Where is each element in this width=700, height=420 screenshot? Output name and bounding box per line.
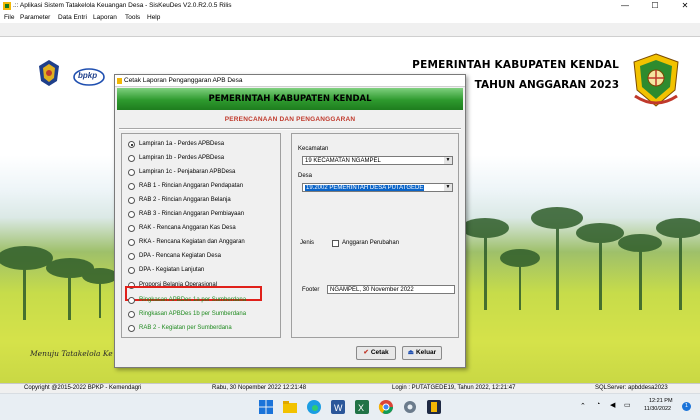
- report-option-label: Lampiran 1b - Perdes APBDesa: [139, 155, 225, 161]
- excel-icon[interactable]: X: [354, 399, 370, 415]
- menu-bar: File Parameter Data Entri Laporan Tools …: [0, 12, 700, 23]
- radio-icon: [128, 225, 135, 232]
- header-fiscal-year: TAHUN ANGGARAN 2023: [474, 79, 619, 91]
- window-titlebar: .:: Aplikasi Sistem Tatakelola Keuangan …: [0, 0, 700, 12]
- report-option-label: Ringkasan APBDes 1a per Sumberdana: [139, 297, 247, 303]
- report-option-label: RAK - Rencana Anggaran Kas Desa: [139, 225, 236, 231]
- header-government-name: PEMERINTAH KABUPATEN KENDAL: [412, 59, 619, 71]
- chevron-down-icon[interactable]: ▼: [444, 157, 452, 164]
- keluar-button[interactable]: ⏏ Keluar: [402, 346, 442, 360]
- radio-icon: [128, 211, 135, 218]
- word-icon[interactable]: W: [330, 399, 346, 415]
- desa-value: 19.2002 PEMERINTAH DESA PUTATGEDE: [305, 185, 425, 191]
- radio-icon: [128, 197, 135, 204]
- radio-selected-icon: [128, 141, 135, 148]
- bpkp-logo-text: bpkp: [78, 71, 98, 80]
- exit-door-icon: ⏏: [407, 349, 414, 356]
- notification-badge[interactable]: 1: [682, 402, 691, 411]
- radio-icon: [128, 183, 135, 190]
- settings-gear-icon[interactable]: [402, 399, 418, 415]
- menu-parameter[interactable]: Parameter: [20, 12, 50, 23]
- report-option-label: RAB 2 - Rincian Anggaran Belanja: [139, 197, 231, 203]
- chrome-icon[interactable]: [378, 399, 394, 415]
- status-datetime: Rabu, 30 Nopember 2022 12:21:48: [212, 385, 307, 391]
- edge-browser-icon[interactable]: [306, 399, 322, 415]
- desa-label: Desa: [298, 173, 313, 179]
- minimize-button[interactable]: —: [610, 0, 640, 12]
- report-option-label: RAB 2 - Kegiatan per Sumberdana: [139, 325, 232, 331]
- report-option-label: DPA - Kegiatan Lanjutan: [139, 267, 205, 273]
- slogan-text: Menuju Tatakelola Ke: [30, 349, 113, 358]
- status-bar: Copyright @2015-2022 BPKP - Kemendagri R…: [0, 383, 700, 393]
- menu-tools[interactable]: Tools: [125, 12, 140, 23]
- kecamatan-select[interactable]: 19 KECAMATAN NGAMPEL ▼: [302, 156, 453, 165]
- radio-icon: [128, 155, 135, 162]
- dialog-titlebar: Cetak Laporan Penganggaran APB Desa: [115, 75, 465, 87]
- report-options-panel: Lampiran 1a - Perdes APBDesa Lampiran 1b…: [121, 133, 281, 338]
- menu-laporan[interactable]: Laporan: [93, 12, 117, 23]
- radio-icon: [128, 325, 135, 332]
- maximize-button[interactable]: ☐: [640, 0, 670, 12]
- bpkp-logo: bpkp: [72, 67, 106, 87]
- taskbar-date[interactable]: 11/30/2022: [644, 406, 671, 412]
- radio-icon: [128, 239, 135, 246]
- footer-input[interactable]: NGAMPEL, 30 November 2022: [327, 285, 455, 294]
- print-report-dialog: Cetak Laporan Penganggaran APB Desa PEME…: [114, 74, 466, 368]
- status-copyright: Copyright @2015-2022 BPKP - Kemendagri: [24, 385, 142, 391]
- status-server: SQLServer: apbddesa2023: [595, 385, 668, 391]
- file-explorer-icon[interactable]: [282, 399, 298, 415]
- report-option-label: RKA - Rencana Kegiatan dan Anggaran: [139, 239, 245, 245]
- cetak-label: Cetak: [370, 349, 389, 356]
- radio-icon: [128, 169, 135, 176]
- report-option-label: Lampiran 1c - Penjabaran APBDesa: [139, 169, 236, 175]
- checkmark-icon: ✔: [363, 349, 369, 356]
- report-option-label: RAB 1 - Rincian Anggaran Pendapatan: [139, 183, 244, 189]
- kecamatan-value: 19 KECAMATAN NGAMPEL: [305, 158, 381, 164]
- radio-icon: [128, 297, 135, 304]
- app-icon: [3, 2, 11, 10]
- dialog-banner-text: PEMERINTAH KABUPATEN KENDAL: [208, 94, 372, 104]
- dialog-divider: [119, 128, 461, 130]
- close-button[interactable]: ✕: [670, 0, 700, 12]
- radio-icon: [128, 267, 135, 274]
- siskeudes-app-icon[interactable]: [426, 399, 442, 415]
- report-option-label: DPA - Rencana Kegiatan Desa: [139, 253, 221, 259]
- jenis-label: Jenis: [300, 240, 315, 246]
- cetak-button[interactable]: ✔ Cetak: [356, 346, 396, 360]
- dialog-banner: PEMERINTAH KABUPATEN KENDAL: [117, 88, 463, 110]
- desa-select[interactable]: 19.2002 PEMERINTAH DESA PUTATGEDE ▼: [302, 183, 453, 192]
- windows-taskbar: W X ⌃ ◔ ◀ ▭ 12:21 PM 11/30/2022 1: [0, 393, 700, 420]
- dialog-app-icon: [117, 78, 122, 84]
- keluar-label: Keluar: [415, 349, 437, 356]
- report-option-label: Lampiran 1a - Perdes APBDesa: [139, 141, 225, 147]
- menu-file[interactable]: File: [4, 12, 14, 23]
- report-option-label: Ringkasan APBDes 1b per Sumberdana: [139, 311, 247, 317]
- report-parameters-panel: Kecamatan 19 KECAMATAN NGAMPEL ▼ Desa 19…: [291, 133, 459, 338]
- windows-start-icon[interactable]: [258, 399, 274, 415]
- anggaran-perubahan-label: Anggaran Perubahan: [342, 240, 400, 246]
- dialog-subtitle: PERENCANAAN DAN PENGANGGARAN: [224, 116, 356, 123]
- status-login: Login : PUTATGEDE19, Tahun 2022, 12:21:4…: [392, 385, 516, 391]
- anggaran-perubahan-checkbox[interactable]: [332, 240, 339, 247]
- tray-chevron-up-icon[interactable]: ⌃: [580, 402, 586, 410]
- window-title: .:: Aplikasi Sistem Tatakelola Keuangan …: [13, 2, 232, 9]
- taskbar-time[interactable]: 12:21 PM: [649, 398, 673, 404]
- toolbar: [0, 23, 700, 37]
- radio-icon: [128, 311, 135, 318]
- kecamatan-label: Kecamatan: [298, 146, 329, 152]
- network-wifi-icon[interactable]: ◔: [596, 401, 600, 408]
- kemendagri-logo-icon: [39, 60, 59, 86]
- dialog-title: Cetak Laporan Penganggaran APB Desa: [124, 77, 243, 84]
- menu-data-entri[interactable]: Data Entri: [58, 12, 87, 23]
- svg-text:X: X: [358, 403, 364, 413]
- volume-speaker-icon[interactable]: ◀: [610, 401, 615, 409]
- svg-text:W: W: [334, 403, 343, 413]
- menu-help[interactable]: Help: [147, 12, 160, 23]
- footer-label: Footer: [302, 287, 320, 293]
- report-option-label: RAB 3 - Rincian Anggaran Pembiayaan: [139, 211, 245, 217]
- battery-icon[interactable]: ▭: [624, 401, 631, 409]
- kendal-coat-of-arms-icon: [633, 53, 679, 107]
- radio-icon: [128, 253, 135, 260]
- chevron-down-icon[interactable]: ▼: [444, 184, 452, 191]
